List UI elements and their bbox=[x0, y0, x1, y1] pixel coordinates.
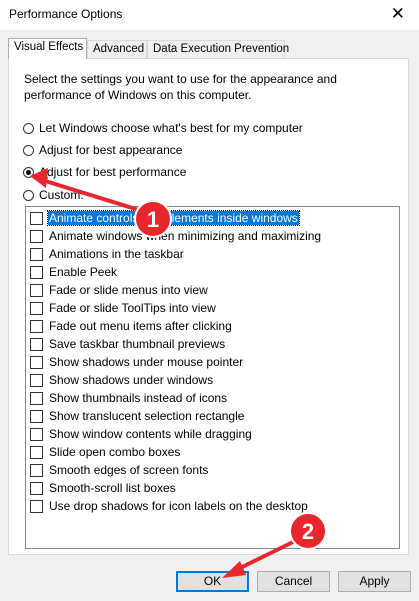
checkbox[interactable] bbox=[30, 265, 43, 279]
list-item-label: Fade or slide menus into view bbox=[49, 283, 208, 297]
tab-visual-effects[interactable]: Visual Effects bbox=[8, 38, 87, 59]
effects-list[interactable]: Animate controls and elements inside win… bbox=[25, 206, 400, 549]
tab-advanced[interactable]: Advanced bbox=[87, 40, 147, 58]
list-item[interactable]: Fade or slide ToolTips into view bbox=[30, 299, 217, 317]
checkbox[interactable] bbox=[30, 427, 43, 441]
list-item[interactable]: Smooth edges of screen fonts bbox=[30, 461, 209, 479]
radio-best-appearance[interactable]: Adjust for best appearance bbox=[23, 141, 182, 159]
list-item-label: Show shadows under windows bbox=[49, 373, 214, 387]
radio-label: Let Windows choose what's best for my co… bbox=[39, 121, 303, 135]
list-item[interactable]: Show window contents while dragging bbox=[30, 425, 253, 443]
checkbox[interactable] bbox=[30, 211, 43, 225]
list-item-label: Show thumbnails instead of icons bbox=[49, 391, 228, 405]
checkbox[interactable] bbox=[30, 247, 43, 261]
title-bar: Performance Options ✕ bbox=[0, 0, 419, 30]
list-item[interactable]: Fade out menu items after clicking bbox=[30, 317, 233, 335]
list-item-label: Use drop shadows for icon labels on the … bbox=[49, 499, 308, 513]
window-title: Performance Options bbox=[9, 7, 123, 21]
list-item-label: Smooth edges of screen fonts bbox=[49, 463, 209, 477]
checkbox[interactable] bbox=[30, 463, 43, 477]
list-item[interactable]: Show thumbnails instead of icons bbox=[30, 389, 228, 407]
list-item-label: Show window contents while dragging bbox=[49, 427, 252, 441]
checkbox[interactable] bbox=[30, 319, 43, 333]
list-item-label: Animations in the taskbar bbox=[49, 247, 184, 261]
list-item[interactable]: Show shadows under mouse pointer bbox=[30, 353, 244, 371]
list-item[interactable]: Enable Peek bbox=[30, 263, 118, 281]
list-item[interactable]: Animate controls and elements inside win… bbox=[30, 209, 300, 227]
close-icon[interactable]: ✕ bbox=[391, 4, 405, 24]
list-item[interactable]: Smooth-scroll list boxes bbox=[30, 479, 177, 497]
checkbox[interactable] bbox=[30, 373, 43, 387]
list-item[interactable]: Show translucent selection rectangle bbox=[30, 407, 245, 425]
radio-custom[interactable]: Custom: bbox=[23, 186, 84, 204]
list-item-label: Slide open combo boxes bbox=[49, 445, 181, 459]
cancel-button[interactable]: Cancel bbox=[257, 571, 330, 592]
list-item-label: Animate controls and elements inside win… bbox=[47, 210, 300, 226]
checkbox[interactable] bbox=[30, 301, 43, 315]
checkbox[interactable] bbox=[30, 391, 43, 405]
list-item-label: Fade out menu items after clicking bbox=[49, 319, 232, 333]
list-item[interactable]: Save taskbar thumbnail previews bbox=[30, 335, 226, 353]
visual-effects-panel: Select the settings you want to use for … bbox=[8, 58, 409, 555]
description-text: Select the settings you want to use for … bbox=[24, 72, 337, 102]
checkbox[interactable] bbox=[30, 445, 43, 459]
list-item-label: Show shadows under mouse pointer bbox=[49, 355, 244, 369]
checkbox[interactable] bbox=[30, 229, 43, 243]
radio-button[interactable] bbox=[23, 144, 34, 156]
list-item[interactable]: Fade or slide menus into view bbox=[30, 281, 209, 299]
radio-label: Adjust for best performance bbox=[39, 165, 187, 179]
list-item[interactable]: Use drop shadows for icon labels on the … bbox=[30, 497, 309, 515]
checkbox[interactable] bbox=[30, 355, 43, 369]
radio-let-windows-choose[interactable]: Let Windows choose what's best for my co… bbox=[23, 119, 303, 137]
list-item-label: Smooth-scroll list boxes bbox=[49, 481, 176, 495]
list-item[interactable]: Slide open combo boxes bbox=[30, 443, 181, 461]
list-item[interactable]: Animations in the taskbar bbox=[30, 245, 185, 263]
ok-button[interactable]: OK bbox=[176, 571, 249, 592]
radio-button[interactable] bbox=[23, 189, 34, 201]
radio-best-performance[interactable]: Adjust for best performance bbox=[23, 163, 186, 181]
apply-button[interactable]: Apply bbox=[338, 571, 411, 592]
radio-label: Adjust for best appearance bbox=[39, 143, 183, 157]
list-item-label: Animate windows when minimizing and maxi… bbox=[49, 229, 322, 243]
list-item[interactable]: Animate windows when minimizing and maxi… bbox=[30, 227, 322, 245]
list-item-label: Save taskbar thumbnail previews bbox=[49, 337, 226, 351]
radio-button[interactable] bbox=[23, 166, 34, 178]
radio-label: Custom: bbox=[39, 188, 84, 202]
checkbox[interactable] bbox=[30, 409, 43, 423]
radio-button[interactable] bbox=[23, 122, 34, 134]
list-item-label: Enable Peek bbox=[49, 265, 118, 279]
checkbox[interactable] bbox=[30, 499, 43, 513]
checkbox[interactable] bbox=[30, 481, 43, 495]
list-item-label: Fade or slide ToolTips into view bbox=[49, 301, 216, 315]
list-item-label: Show translucent selection rectangle bbox=[49, 409, 245, 423]
tab-data-execution-prevention[interactable]: Data Execution Prevention bbox=[147, 40, 289, 58]
checkbox[interactable] bbox=[30, 337, 43, 351]
list-item[interactable]: Show shadows under windows bbox=[30, 371, 214, 389]
checkbox[interactable] bbox=[30, 283, 43, 297]
